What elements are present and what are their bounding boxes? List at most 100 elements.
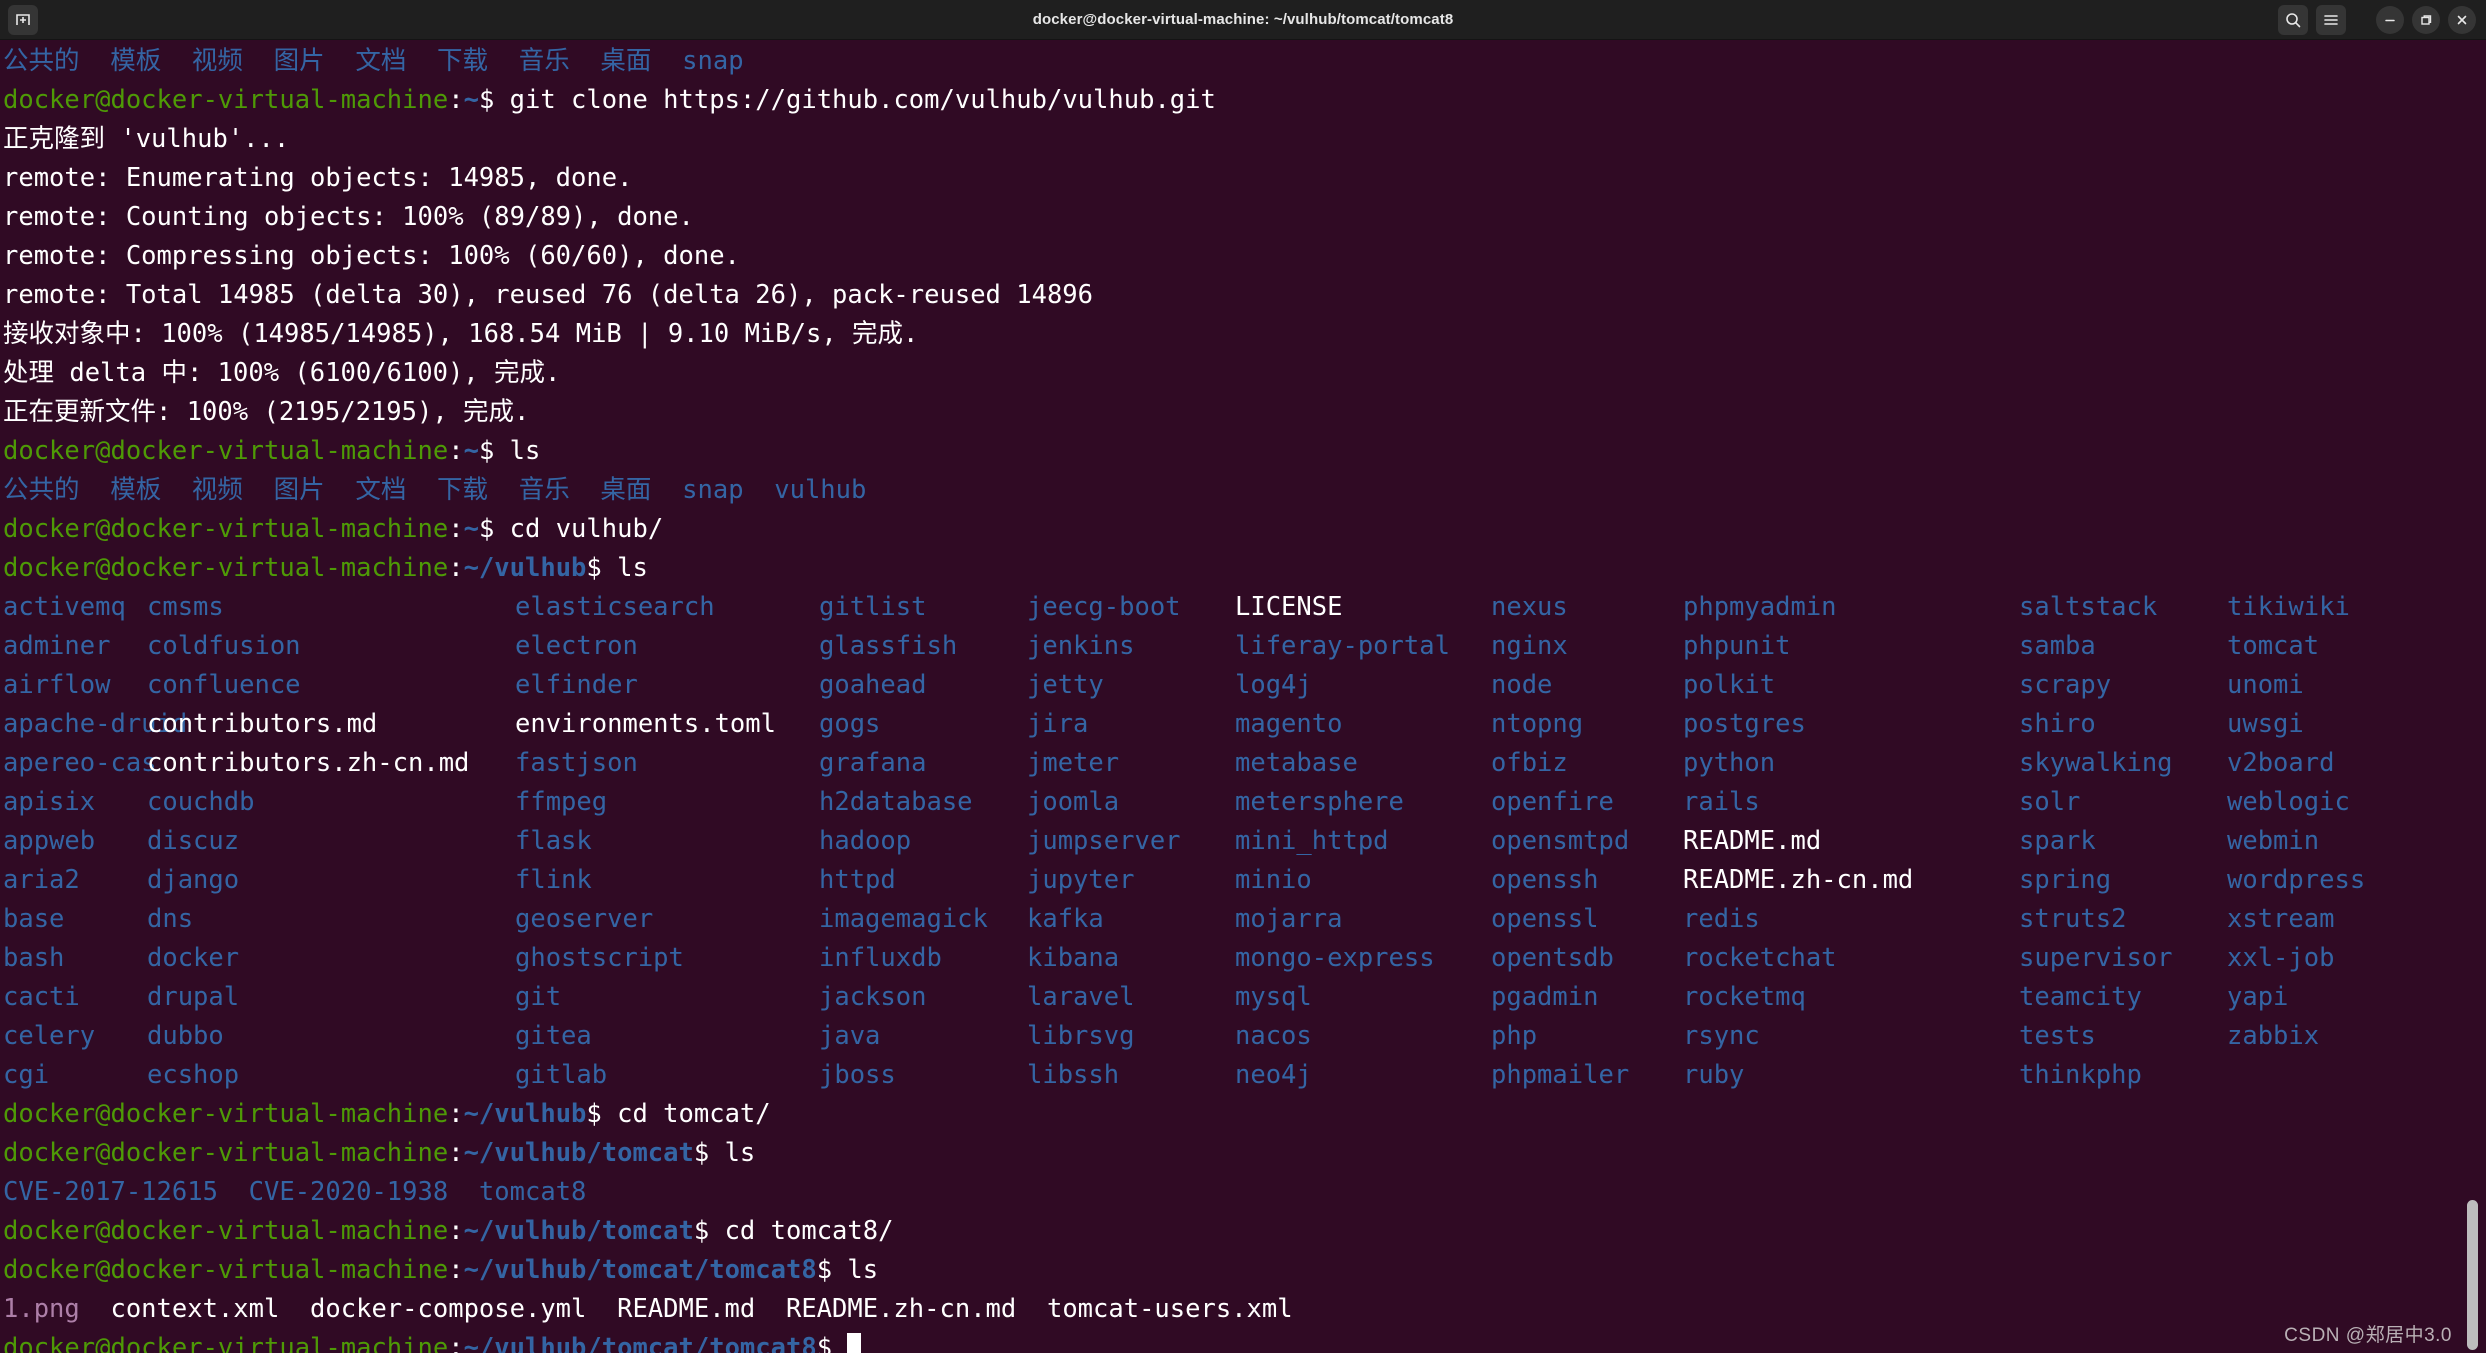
vulhub-listing-row: activemq cmsms elasticsearch gitlist jeecg-b… xyxy=(3,588,2460,627)
terminal-body[interactable]: 公共的 模板 视频 图片 文档 下载 音乐 桌面 snap docker@dock… xyxy=(0,40,2486,1353)
directory-entry: neo4j xyxy=(1235,1060,1312,1090)
tomcat8-listing-line: 1.png context.xml docker-compose.yml REA… xyxy=(3,1290,2460,1329)
output-text: remote: Counting objects: 100% (89/89), … xyxy=(3,202,694,232)
terminal-output-line-git-4: remote: Total 14985 (delta 30), reused 7… xyxy=(3,276,2460,315)
prompt-colon: : xyxy=(448,1255,464,1285)
directory-entry: zabbix xyxy=(2227,1021,2320,1051)
directory-entry: jackson xyxy=(819,982,927,1012)
directory-entry: webmin xyxy=(2227,826,2320,856)
directory-entry: gitea xyxy=(515,1021,592,1051)
directory-entry: scrapy xyxy=(2019,670,2112,700)
directory-entry: thinkphp xyxy=(2019,1060,2142,1090)
directory-entry xyxy=(2227,1056,2387,1095)
directory-entry: apache-druid xyxy=(3,709,188,739)
directory-entry: imagemagick xyxy=(819,904,988,934)
terminal-prompt-line-git-clone: docker@docker-virtual-machine:~$ git clo… xyxy=(3,81,2460,120)
vulhub-listing-row: aria2 django flink httpd jupyter minio openssh… xyxy=(3,861,2460,900)
prompt-command: $ cd vulhub/ xyxy=(478,514,664,544)
directory-entry: flask xyxy=(515,826,592,856)
prompt-path: ~/vulhub/tomcat/tomcat8 xyxy=(463,1333,817,1353)
directory-entry: solr xyxy=(2019,787,2081,817)
directory-entry: jmeter xyxy=(1027,748,1120,778)
terminal-output-line-git-2: remote: Counting objects: 100% (89/89), … xyxy=(3,198,2460,237)
output-text: 正克隆到 'vulhub'... xyxy=(3,124,290,154)
search-icon[interactable] xyxy=(2278,5,2308,35)
prompt-path: ~/vulhub xyxy=(463,1099,587,1129)
prompt-user-host: docker@docker-virtual-machine xyxy=(3,1216,449,1246)
output-text: remote: Enumerating objects: 14985, done… xyxy=(3,163,633,193)
directory-entry: postgres xyxy=(1683,709,1806,739)
new-tab-icon[interactable] xyxy=(8,4,38,35)
prompt-user-host: docker@docker-virtual-machine xyxy=(3,1099,449,1129)
directory-entry: hadoop xyxy=(819,826,912,856)
directory-entry: mini_httpd xyxy=(1235,826,1389,856)
prompt-colon: : xyxy=(448,1138,464,1168)
directory-entry: apisix xyxy=(3,787,96,817)
output-text: 处理 delta 中: 100% (6100/6100), 完成. xyxy=(3,358,561,388)
minimize-button[interactable] xyxy=(2376,6,2404,34)
prompt-path: ~ xyxy=(463,436,479,466)
scrollbar-track[interactable] xyxy=(2467,40,2478,1353)
file-entry: LICENSE xyxy=(1235,592,1343,622)
window-titlebar: docker@docker-virtual-machine: ~/vulhub/… xyxy=(0,0,2486,40)
directory-entry: fastjson xyxy=(515,748,638,778)
terminal-prompt-line-final: docker@docker-virtual-machine:~/vulhub/t… xyxy=(3,1329,2460,1353)
directory-entry: polkit xyxy=(1683,670,1776,700)
file-entry: contributors.zh-cn.md xyxy=(147,748,470,778)
directory-entry: rocketmq xyxy=(1683,982,1806,1012)
directory-entry: adminer xyxy=(3,631,111,661)
titlebar-right-controls xyxy=(2278,0,2476,40)
directory-entry: nexus xyxy=(1491,592,1568,622)
directory-entry: samba xyxy=(2019,631,2096,661)
hamburger-menu-icon[interactable] xyxy=(2316,5,2346,35)
directory-entry: flink xyxy=(515,865,592,895)
directory-entry: libssh xyxy=(1027,1060,1120,1090)
directory-entry: ffmpeg xyxy=(515,787,608,817)
output-text: remote: Compressing objects: 100% (60/60… xyxy=(3,241,740,271)
scrollbar-thumb[interactable] xyxy=(2467,1200,2478,1350)
file-entry: README.zh-cn.md xyxy=(1683,865,1914,895)
vulhub-listing-row: airflow confluence elfinder goahead jetty log… xyxy=(3,666,2460,705)
directory-entry: influxdb xyxy=(819,943,942,973)
directory-entry: uwsgi xyxy=(2227,709,2304,739)
terminal-output-line-git-6: 处理 delta 中: 100% (6100/6100), 完成. xyxy=(3,354,2460,393)
directory-entry: base xyxy=(3,904,65,934)
prompt-command: $ cd tomcat8/ xyxy=(693,1216,894,1246)
output-text: CVE-2017-12615 CVE-2020-1938 tomcat8 xyxy=(3,1177,587,1207)
terminal-output-line-git-3: remote: Compressing objects: 100% (60/60… xyxy=(3,237,2460,276)
directory-entry: bash xyxy=(3,943,65,973)
directory-entry: liferay-portal xyxy=(1235,631,1450,661)
directory-entry: php xyxy=(1491,1021,1538,1051)
vulhub-listing-row: bash docker ghostscript influxdb kibana mongo… xyxy=(3,939,2460,978)
prompt-user-host: docker@docker-virtual-machine xyxy=(3,514,449,544)
directory-entry: librsvg xyxy=(1027,1021,1135,1051)
directory-entry: couchdb xyxy=(147,787,255,817)
directory-entry: gitlist xyxy=(819,592,927,622)
directory-entry: skywalking xyxy=(2019,748,2173,778)
directory-entry: kafka xyxy=(1027,904,1104,934)
directory-entry: confluence xyxy=(147,670,301,700)
directory-entry: openssl xyxy=(1491,904,1599,934)
titlebar-left-controls xyxy=(8,4,38,35)
directory-entry: python xyxy=(1683,748,1776,778)
directory-entry: openssh xyxy=(1491,865,1599,895)
directory-entry: jeecg-boot xyxy=(1027,592,1181,622)
terminal-prompt-line-ls-tomcat: docker@docker-virtual-machine:~/vulhub/t… xyxy=(3,1134,2460,1173)
prompt-colon: : xyxy=(448,436,464,466)
directory-entry: teamcity xyxy=(2019,982,2142,1012)
file-entry: README.md xyxy=(1683,826,1822,856)
terminal-scrollbar[interactable] xyxy=(2460,40,2486,1353)
prompt-command: $ ls xyxy=(693,1138,756,1168)
terminal-output-line-git-1: remote: Enumerating objects: 14985, done… xyxy=(3,159,2460,198)
vulhub-listing-row: celery dubbo gitea java librsvg nacos php rsync… xyxy=(3,1017,2460,1056)
directory-entry: ecshop xyxy=(147,1060,240,1090)
csdn-watermark: CSDN @郑居中3.0 xyxy=(2284,1325,2452,1346)
close-button[interactable] xyxy=(2448,6,2476,34)
directory-entry: magento xyxy=(1235,709,1343,739)
directory-entry: ghostscript xyxy=(515,943,684,973)
file-entry: contributors.md xyxy=(147,709,378,739)
directory-entry: spring xyxy=(2019,865,2112,895)
directory-entry: tests xyxy=(2019,1021,2096,1051)
directory-entry: discuz xyxy=(147,826,240,856)
maximize-button[interactable] xyxy=(2412,6,2440,34)
